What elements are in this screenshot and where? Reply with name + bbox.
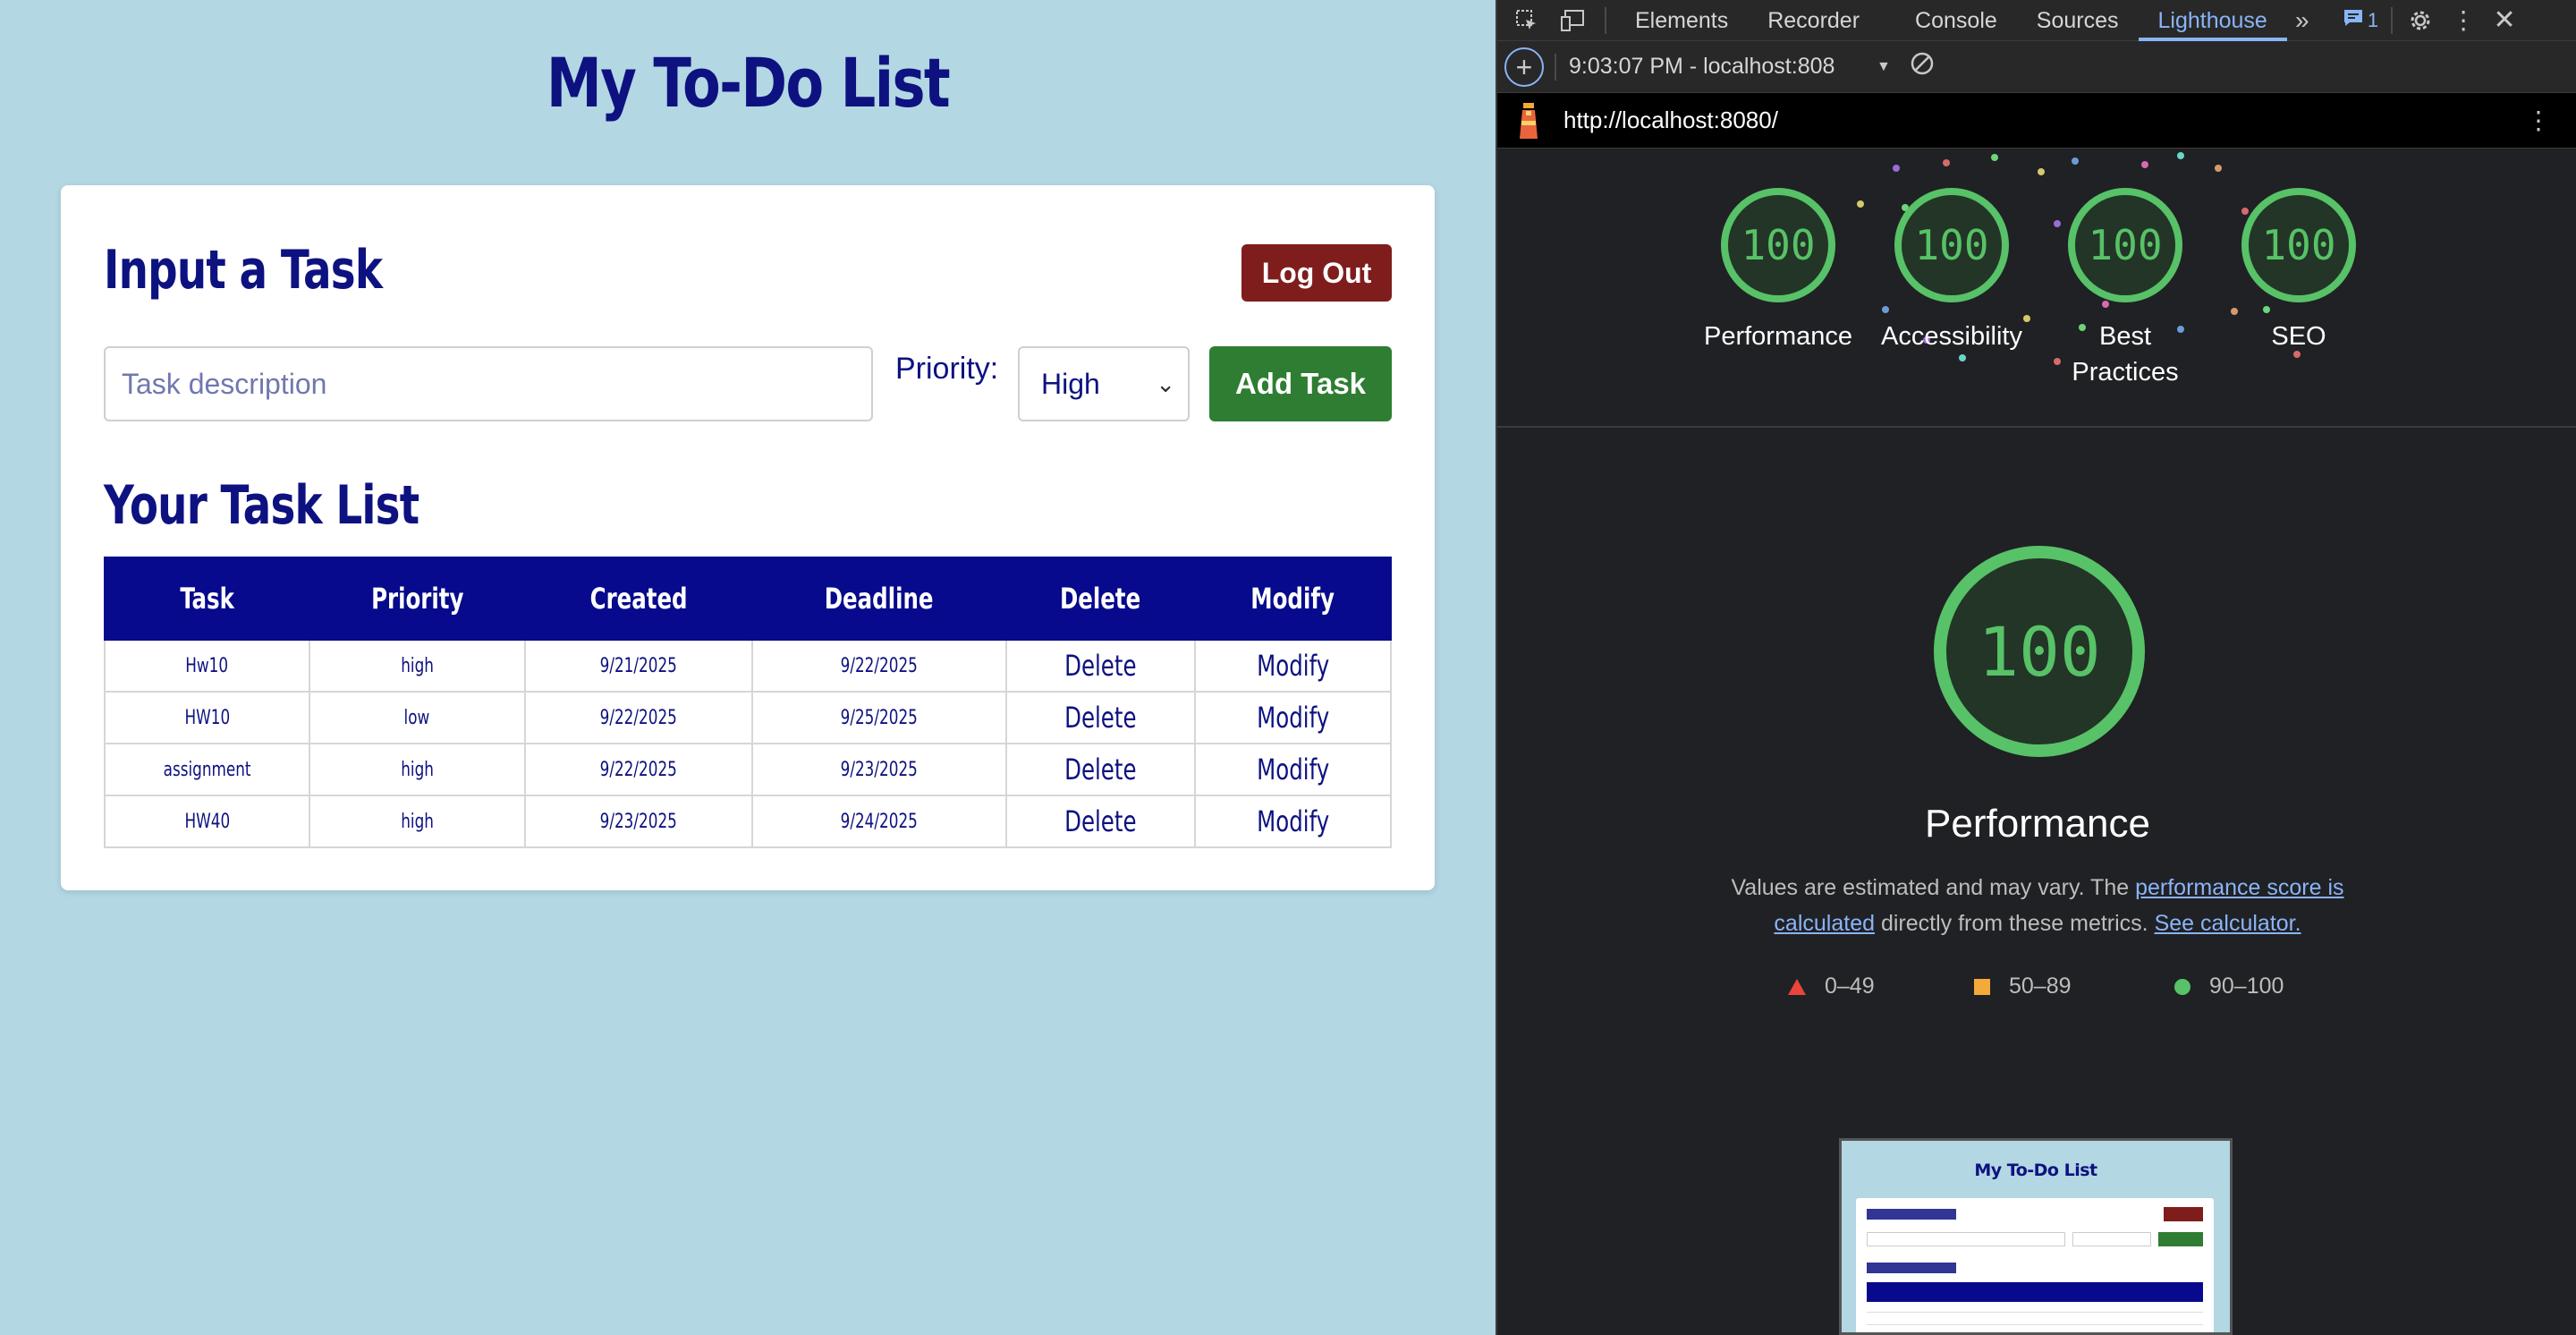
modify-button[interactable]: Modify [1193, 691, 1393, 744]
new-report-icon[interactable]: + [1504, 47, 1544, 87]
best-practices-score-label: Best Practices [2072, 322, 2179, 387]
legend-average: 50–89 [1973, 974, 2072, 999]
gear-icon[interactable] [2405, 5, 2436, 36]
see-calculator-link[interactable]: See calculator. [2155, 911, 2301, 936]
caret-down-icon[interactable]: ▼ [1877, 59, 1891, 75]
priority-cell: high [308, 639, 526, 693]
devtools-panel: Elements Recorder Console Sources Lighth… [1496, 0, 2576, 1335]
modify-button[interactable]: Modify [1193, 639, 1393, 693]
task-cell: HW40 [104, 795, 310, 848]
devtools-tab-bar: Elements Recorder Console Sources Lighth… [1497, 0, 2576, 41]
report-url-bar: http://localhost:8080/ ⋮ [1497, 93, 2576, 149]
message-icon [2343, 8, 2364, 33]
delete-button[interactable]: Delete [1004, 639, 1196, 693]
main-performance-label: Performance [1925, 802, 2150, 846]
deadline-cell: 9/23/2025 [751, 743, 1007, 796]
task-cell: HW10 [104, 691, 310, 744]
performance-score-gauge[interactable]: 100 [1721, 188, 1835, 302]
section-divider [1497, 426, 2576, 428]
logout-button[interactable]: Log Out [1241, 244, 1392, 302]
tab-lighthouse[interactable]: Lighthouse [2138, 0, 2287, 41]
lighthouse-logo-icon [1515, 101, 1542, 140]
triangle-icon [1788, 978, 1806, 995]
column-header: Deadline [751, 557, 1007, 641]
report-selector[interactable]: 9:03:07 PM - localhost:808 [1569, 54, 1873, 80]
close-icon[interactable]: ✕ [2489, 5, 2520, 36]
tab-console[interactable]: Console [1895, 0, 2017, 41]
created-cell: 9/23/2025 [523, 795, 754, 848]
square-icon [1974, 978, 1990, 995]
column-header: Modify [1193, 557, 1393, 641]
task-cell: Hw10 [104, 639, 310, 693]
modify-button[interactable]: Modify [1193, 795, 1393, 848]
accessibility-score-label: Accessibility [1881, 322, 2022, 351]
legend-pass: 90–100 [2174, 974, 2284, 999]
report-selector-value: 9:03:07 PM - localhost:808 [1569, 54, 1835, 79]
performance-note: Values are estimated and may vary. The p… [1731, 875, 2344, 936]
performance-score-label: Performance [1703, 322, 1852, 351]
best-practices-score-gauge[interactable]: 100 [2068, 188, 2182, 302]
accessibility-score-gauge[interactable]: 100 [1894, 188, 2009, 302]
task-card: Input a Task Log Out Priority: High ⌄ Ad… [61, 185, 1435, 890]
thumbnail-card [1856, 1198, 2214, 1332]
report-menu-icon[interactable]: ⋮ [2526, 106, 2551, 135]
report-url: http://localhost:8080/ [1563, 106, 1778, 133]
priority-selected-value: High [1041, 368, 1100, 400]
kebab-menu-icon[interactable]: ⋮ [2448, 5, 2479, 36]
task-table: Task Priority Created Deadline Delete Mo… [104, 557, 1393, 848]
created-cell: 9/22/2025 [523, 743, 754, 796]
column-header: Created [523, 557, 754, 641]
score-summary: 100 Performance 100 Accessibility 100 Be… [1497, 149, 2576, 426]
priority-cell: low [308, 691, 526, 744]
table-row: assignment high 9/22/2025 9/23/2025 Dele… [104, 743, 1393, 796]
deadline-cell: 9/24/2025 [751, 795, 1007, 848]
deadline-cell: 9/25/2025 [751, 691, 1007, 744]
issues-count: 1 [2367, 8, 2379, 31]
column-header: Delete [1004, 557, 1196, 641]
more-tabs-icon[interactable]: » [2287, 5, 2318, 36]
inspect-element-icon[interactable] [1512, 5, 1542, 36]
column-header: Task [104, 557, 310, 641]
tab-recorder[interactable]: Recorder [1748, 0, 1879, 41]
tab-sources[interactable]: Sources [2017, 0, 2139, 41]
task-cell: assignment [104, 743, 310, 796]
task-description-input[interactable] [104, 346, 873, 421]
thumbnail-title: My To-Do List [1974, 1161, 2097, 1180]
main-performance-gauge: 100 [1934, 546, 2145, 757]
add-task-button[interactable]: Add Task [1209, 346, 1392, 421]
delete-button[interactable]: Delete [1004, 691, 1196, 744]
clear-icon[interactable] [1909, 50, 1936, 83]
delete-button[interactable]: Delete [1004, 795, 1196, 848]
column-header: Priority [308, 557, 526, 641]
deadline-cell: 9/22/2025 [751, 639, 1007, 693]
chevron-down-icon: ⌄ [1156, 370, 1175, 397]
todo-app: My To-Do List Input a Task Log Out Prior… [0, 0, 1496, 1335]
priority-label: Priority: [895, 352, 999, 386]
table-header-row: Task Priority Created Deadline Delete Mo… [104, 557, 1393, 641]
table-row: HW40 high 9/23/2025 9/24/2025 Delete Mod… [104, 795, 1393, 848]
task-list-title: Your Task List [104, 474, 419, 537]
modify-button[interactable]: Modify [1193, 743, 1393, 796]
table-row: HW10 low 9/22/2025 9/25/2025 Delete Modi… [104, 691, 1393, 744]
priority-cell: high [308, 743, 526, 796]
circle-icon [2174, 978, 2190, 995]
priority-select[interactable]: High ⌄ [1018, 346, 1190, 421]
priority-cell: high [308, 795, 526, 848]
legend-fail: 0–49 [1787, 974, 1875, 999]
input-section-title: Input a Task [104, 239, 383, 302]
table-row: Hw10 high 9/21/2025 9/22/2025 Delete Mod… [104, 639, 1393, 693]
issues-badge[interactable]: 1 [2343, 8, 2378, 33]
created-cell: 9/22/2025 [523, 691, 754, 744]
seo-score-gauge[interactable]: 100 [2241, 188, 2356, 302]
page-title: My To-Do List [546, 43, 951, 123]
lighthouse-toolbar: + 9:03:07 PM - localhost:808 ▼ [1497, 41, 2576, 93]
delete-button[interactable]: Delete [1004, 743, 1196, 796]
tab-elements[interactable]: Elements [1615, 0, 1748, 41]
seo-score-label: SEO [2271, 322, 2326, 351]
created-cell: 9/21/2025 [523, 639, 754, 693]
page-screenshot-thumbnail[interactable]: My To-Do List [1839, 1138, 2233, 1335]
device-toolbar-icon[interactable] [1558, 5, 1589, 36]
